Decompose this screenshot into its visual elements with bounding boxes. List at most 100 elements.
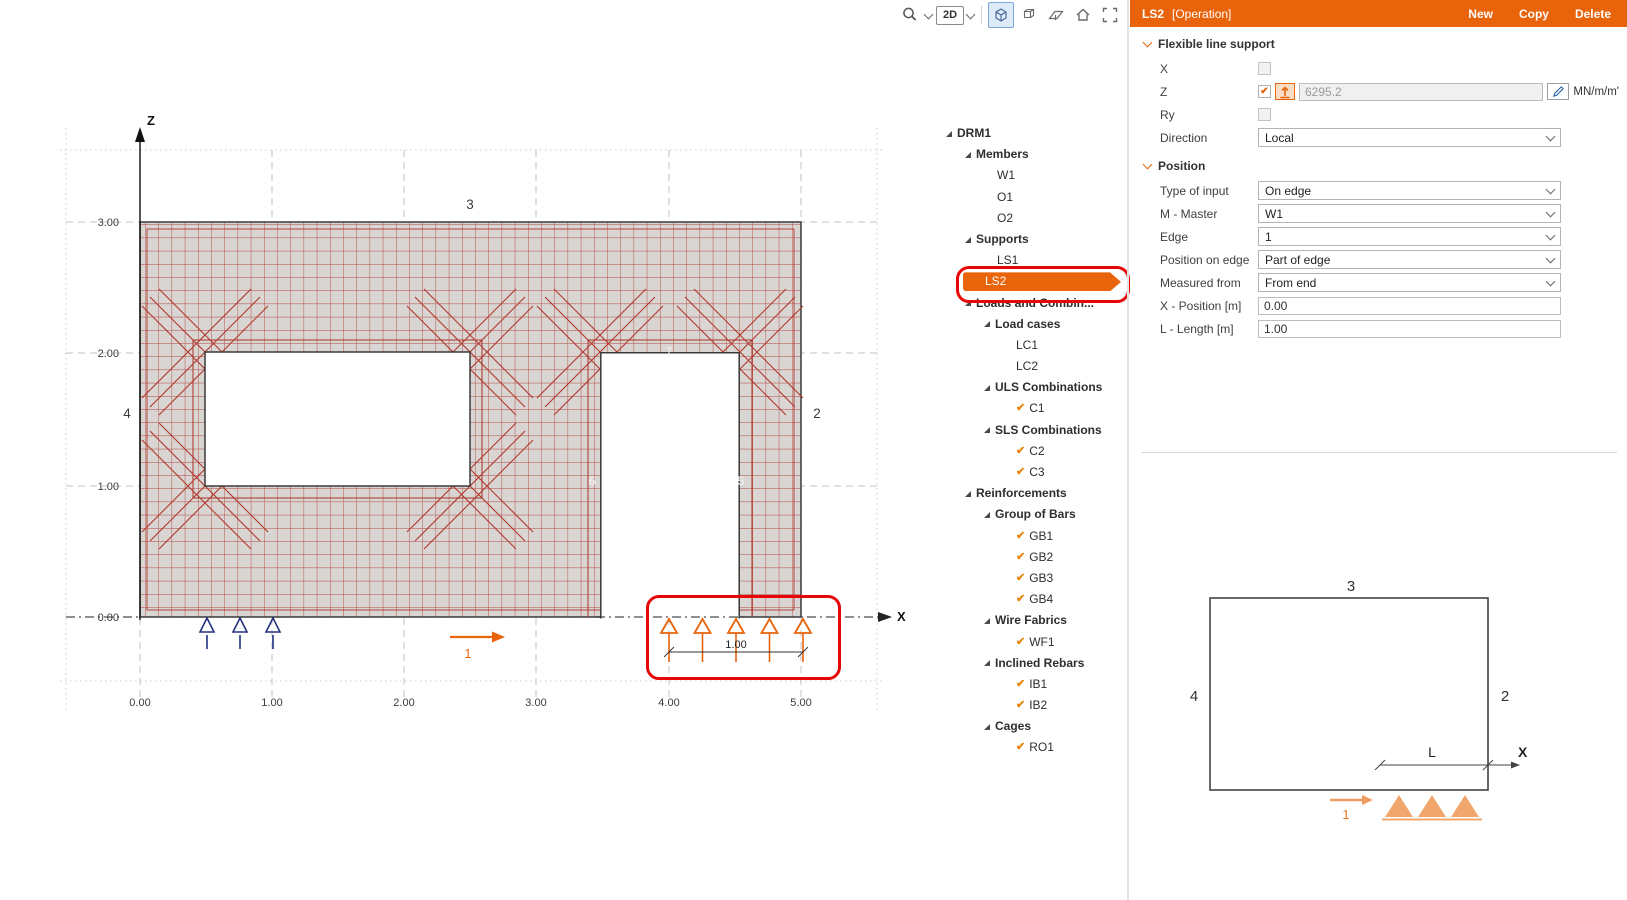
zoom-button[interactable] [898, 3, 922, 27]
expander-icon[interactable] [965, 152, 971, 158]
expander-icon[interactable] [984, 512, 990, 518]
perspective-view-button[interactable] [1017, 3, 1041, 27]
tree-item-reinforcements[interactable]: Reinforcements [940, 483, 1130, 504]
checkbox-checked-icon[interactable]: ✔ [1016, 462, 1025, 483]
type-of-input-select[interactable]: On edge [1258, 181, 1561, 200]
chevron-down-icon [1546, 230, 1556, 240]
z-stiffness-input[interactable]: 6295.2 [1299, 83, 1543, 101]
edge-select[interactable]: 1 [1258, 227, 1561, 246]
tree-item-label: DRM1 [957, 123, 991, 144]
field-label-type-of-input: Type of input [1160, 184, 1258, 198]
home-view-button[interactable] [1071, 3, 1095, 27]
chevron-down-icon [1546, 253, 1556, 263]
checkbox-checked-icon[interactable]: ✔ [1016, 589, 1025, 610]
checkbox-checked-icon[interactable]: ✔ [1016, 632, 1025, 653]
tree-item-gb4[interactable]: ✔GB4 [940, 589, 1130, 610]
x-checkbox[interactable] [1258, 62, 1271, 75]
field-label-ry: Ry [1160, 108, 1258, 122]
direction-select[interactable]: Local [1258, 128, 1561, 147]
tree-item-w1[interactable]: W1 [940, 165, 1130, 186]
cube-icon [992, 6, 1010, 24]
checkbox-checked-icon[interactable]: ✔ [1016, 568, 1025, 589]
tree-item-members[interactable]: Members [940, 144, 1130, 165]
tree-item-gb2[interactable]: ✔GB2 [940, 547, 1130, 568]
tree-item-supports[interactable]: Supports [940, 229, 1130, 250]
tree-item-gb1[interactable]: ✔GB1 [940, 526, 1130, 547]
checkbox-checked-icon[interactable]: ✔ [1016, 526, 1025, 547]
field-row-z: Z✔6295.2MN/m/m' [1130, 80, 1627, 103]
checkbox-checked-icon[interactable]: ✔ [1016, 695, 1025, 716]
measured-from-select[interactable]: From end [1258, 273, 1561, 292]
tree-item-sls-combinations[interactable]: SLS Combinations [940, 420, 1130, 441]
expander-icon[interactable] [946, 131, 952, 137]
clip-plane-button[interactable] [1044, 3, 1068, 27]
m-master-select[interactable]: W1 [1258, 204, 1561, 223]
checkbox-checked-icon[interactable]: ✔ [1016, 674, 1025, 695]
x-position-m-input[interactable]: 0.00 [1258, 297, 1561, 315]
section-collapse-icon[interactable] [1143, 38, 1153, 48]
tree-item-label: SLS Combinations [995, 420, 1102, 441]
tree-item-uls-combinations[interactable]: ULS Combinations [940, 377, 1130, 398]
expander-icon[interactable] [984, 660, 990, 666]
tree-item-o1[interactable]: O1 [940, 187, 1130, 208]
tree-item-gb3[interactable]: ✔GB3 [940, 568, 1130, 589]
line-support-ls1[interactable] [200, 618, 280, 649]
expander-icon[interactable] [984, 618, 990, 624]
tree-item-c3[interactable]: ✔C3 [940, 462, 1130, 483]
opening-o2[interactable] [601, 352, 739, 619]
position-on-edge-select[interactable]: Part of edge [1258, 250, 1561, 269]
copy-button[interactable]: Copy [1519, 7, 1549, 21]
delete-button[interactable]: Delete [1575, 7, 1611, 21]
annotation-box-ls2 [956, 266, 1130, 303]
edge-value: 1 [1265, 230, 1272, 244]
tree-item-inclined-rebars[interactable]: Inclined Rebars [940, 653, 1130, 674]
tree-item-ib2[interactable]: ✔IB2 [940, 695, 1130, 716]
tree-item-cages[interactable]: Cages [940, 716, 1130, 737]
direction-value: Local [1265, 131, 1294, 145]
chevron-down-icon[interactable] [924, 9, 934, 19]
selected-object-type: [Operation] [1172, 7, 1231, 21]
section-collapse-icon[interactable] [1143, 160, 1153, 170]
expander-icon[interactable] [965, 491, 971, 497]
tree-item-o2[interactable]: O2 [940, 208, 1130, 229]
tree-item-label: GB1 [1029, 526, 1053, 547]
view-toolbar: 2D [898, 2, 1122, 28]
tree-item-wire-fabrics[interactable]: Wire Fabrics [940, 610, 1130, 631]
field-row-measured-from: Measured fromFrom end [1130, 271, 1627, 294]
tree-item-load-cases[interactable]: Load cases [940, 314, 1130, 335]
fit-view-button[interactable] [1098, 3, 1122, 27]
z-checkbox[interactable]: ✔ [1258, 85, 1271, 98]
ry-checkbox[interactable] [1258, 108, 1271, 121]
expander-icon[interactable] [984, 427, 990, 433]
tree-item-wf1[interactable]: ✔WF1 [940, 632, 1130, 653]
opening-o1[interactable] [205, 352, 470, 486]
spring-stiffness-icon[interactable] [1275, 83, 1295, 100]
tree-item-drm1[interactable]: DRM1 [940, 123, 1130, 144]
tree-item-group-of-bars[interactable]: Group of Bars [940, 504, 1130, 525]
view-mode-button[interactable]: 2D [936, 6, 964, 25]
tree-item-lc2[interactable]: LC2 [940, 356, 1130, 377]
checkbox-checked-icon[interactable]: ✔ [1016, 398, 1025, 419]
field-label-l-length-m: L - Length [m] [1160, 322, 1258, 336]
search-icon [901, 6, 919, 24]
expander-icon[interactable] [984, 321, 990, 327]
checkbox-checked-icon[interactable]: ✔ [1016, 547, 1025, 568]
tree-item-c2[interactable]: ✔C2 [940, 441, 1130, 462]
expander-icon[interactable] [984, 385, 990, 391]
edit-pen-icon[interactable] [1547, 83, 1569, 100]
tree-item-lc1[interactable]: LC1 [940, 335, 1130, 356]
new-button[interactable]: New [1468, 7, 1493, 21]
checkbox-checked-icon[interactable]: ✔ [1016, 441, 1025, 462]
checkbox-checked-icon[interactable]: ✔ [1016, 737, 1025, 758]
tree-item-c1[interactable]: ✔C1 [940, 398, 1130, 419]
position-preview: 3 4 2 L X 1 [1130, 555, 1627, 900]
tree-item-ib1[interactable]: ✔IB1 [940, 674, 1130, 695]
expander-icon[interactable] [984, 724, 990, 730]
field-label-position-on-edge: Position on edge [1160, 253, 1258, 267]
m-master-value: W1 [1265, 207, 1283, 221]
l-length-m-input[interactable]: 1.00 [1258, 320, 1561, 338]
expander-icon[interactable] [965, 237, 971, 243]
chevron-down-icon[interactable] [966, 9, 976, 19]
axonometry-view-button[interactable] [988, 2, 1014, 28]
tree-item-ro1[interactable]: ✔RO1 [940, 737, 1130, 758]
